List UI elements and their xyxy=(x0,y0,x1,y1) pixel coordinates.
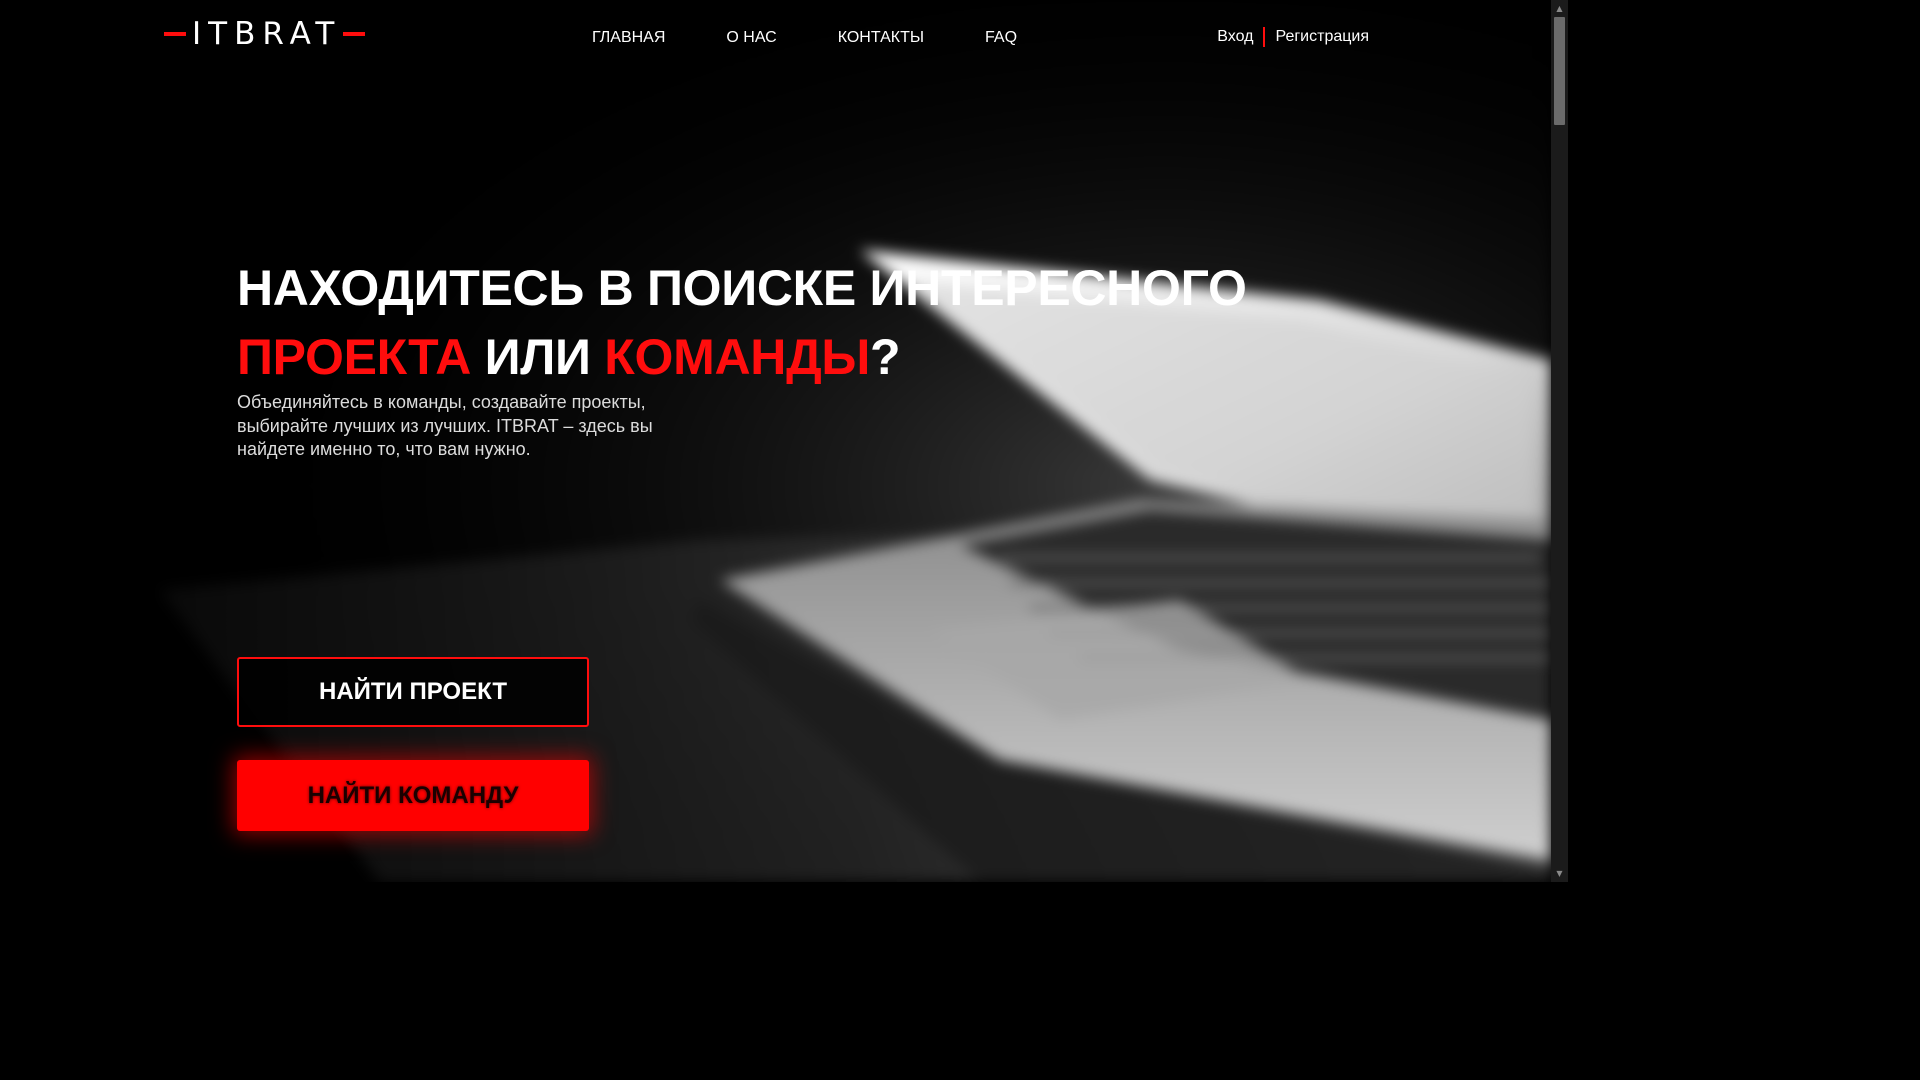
find-project-button[interactable]: НАЙТИ ПРОЕКТ xyxy=(237,657,589,727)
laptop-photo xyxy=(0,0,1551,882)
hero-background-image xyxy=(0,0,1568,882)
logo-right-dash xyxy=(343,32,366,36)
logo-left-dash xyxy=(164,32,186,36)
hero-title-end: ? xyxy=(870,329,901,385)
hero-title-accent-team: КОМАНДЫ xyxy=(604,329,871,385)
nav-item-faq[interactable]: FAQ xyxy=(985,28,1017,48)
logo[interactable]: ITBRAT xyxy=(164,14,366,54)
hero-title-line1: НАХОДИТЕСЬ В ПОИСКЕ ИНТЕРЕСНОГО xyxy=(237,260,1247,316)
page-scrollbar[interactable]: ▲ ▼ xyxy=(1551,0,1568,882)
hero-title: НАХОДИТЕСЬ В ПОИСКЕ ИНТЕРЕСНОГО ПРОЕКТА … xyxy=(237,254,1247,392)
landing-page: ITBRAT ГЛАВНАЯ О НАС КОНТАКТЫ FAQ Вход Р… xyxy=(0,0,1568,882)
nav-item-contacts[interactable]: КОНТАКТЫ xyxy=(838,28,924,48)
login-link[interactable]: Вход xyxy=(1217,27,1253,47)
hero-title-accent-project: ПРОЕКТА xyxy=(237,329,472,385)
main-nav: ГЛАВНАЯ О НАС КОНТАКТЫ FAQ xyxy=(592,28,1017,48)
scrollbar-thumb[interactable] xyxy=(1554,17,1565,125)
nav-item-home[interactable]: ГЛАВНАЯ xyxy=(592,28,665,48)
find-team-button[interactable]: НАЙТИ КОМАНДУ xyxy=(237,760,589,831)
auth-links: Вход Регистрация xyxy=(1217,27,1369,47)
hero-title-middle: ИЛИ xyxy=(471,329,605,385)
scroll-down-arrow-icon[interactable]: ▼ xyxy=(1551,865,1568,882)
nav-item-about[interactable]: О НАС xyxy=(726,28,776,48)
logo-text: ITBRAT xyxy=(192,16,342,52)
register-link[interactable]: Регистрация xyxy=(1275,27,1369,47)
auth-divider xyxy=(1263,27,1266,47)
site-header: ITBRAT ГЛАВНАЯ О НАС КОНТАКТЫ FAQ Вход Р… xyxy=(0,0,1551,75)
hero-subtitle: Объединяйтесь в команды, создавайте прое… xyxy=(237,392,653,459)
scroll-up-arrow-icon[interactable]: ▲ xyxy=(1551,0,1568,17)
